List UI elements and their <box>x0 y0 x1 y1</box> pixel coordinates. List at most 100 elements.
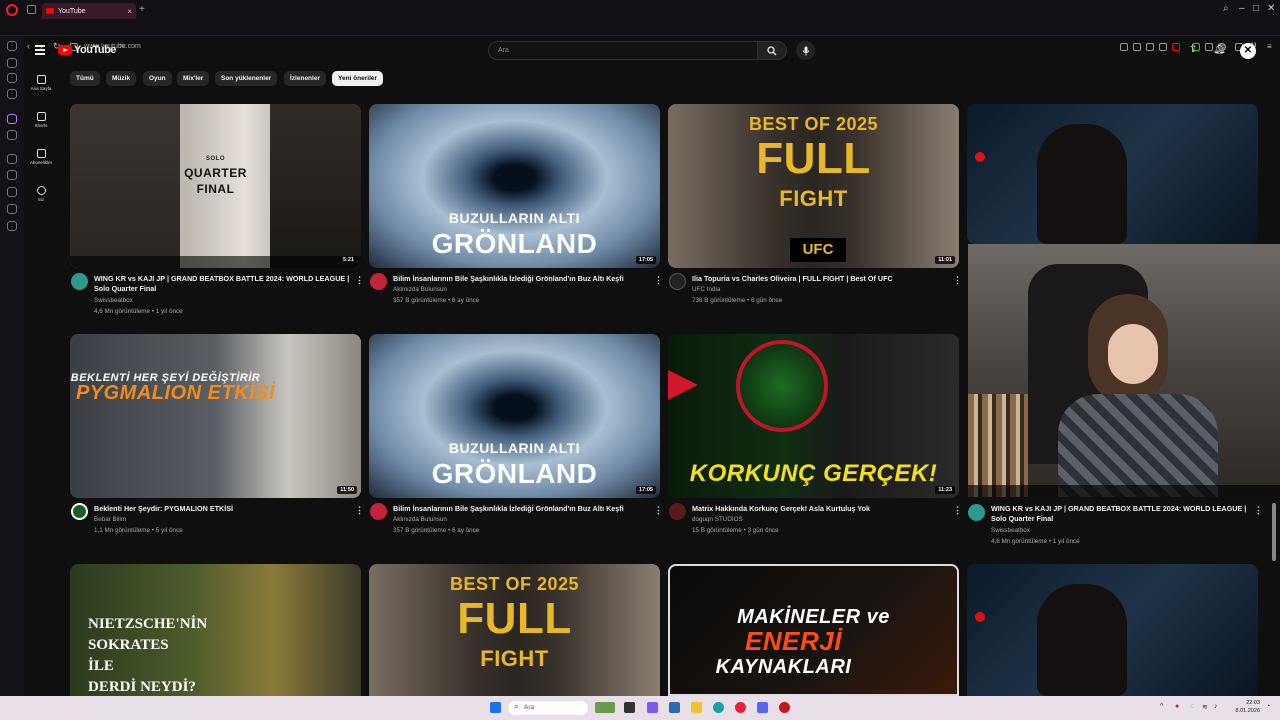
chip-mixes[interactable]: Mix'ler <box>177 71 210 86</box>
copilot-icon[interactable] <box>647 702 658 713</box>
more-options-icon[interactable]: ⋮ <box>355 275 364 286</box>
youtube-logo[interactable]: YouTube TR <box>58 44 126 56</box>
volume-icon[interactable]: ♪ <box>1214 703 1218 710</box>
search-button[interactable] <box>757 41 787 60</box>
chip-watched[interactable]: İzlenenler <box>284 71 326 86</box>
chip-gaming[interactable]: Oyun <box>143 71 172 86</box>
edge-icon[interactable] <box>713 702 724 713</box>
channel-name[interactable]: UFC India <box>692 284 720 295</box>
bookmark-icon[interactable] <box>1120 43 1128 51</box>
network-icon[interactable]: ◌ <box>1190 703 1194 710</box>
snapshot-icon[interactable] <box>1133 43 1141 51</box>
app-icon-red[interactable] <box>779 702 790 713</box>
vpn-icon[interactable] <box>1146 43 1154 51</box>
app-icon[interactable] <box>669 702 680 713</box>
video-thumbnail[interactable] <box>967 564 1258 696</box>
more-options-icon[interactable]: ⋮ <box>953 275 962 286</box>
channel-name[interactable]: Swissbeatbox <box>991 525 1030 536</box>
channel-name[interactable]: Bebar Bilim <box>94 514 126 525</box>
channel-avatar[interactable] <box>370 273 387 290</box>
chip-recently-uploaded[interactable]: Son yüklenenler <box>215 71 278 86</box>
channel-avatar[interactable] <box>370 503 387 520</box>
chip-all[interactable]: Tümü <box>70 71 100 86</box>
whatsapp-icon[interactable] <box>7 89 17 99</box>
tray-arrow-icon[interactable]: ^ <box>1160 703 1163 710</box>
chip-music[interactable]: Müzik <box>106 71 137 86</box>
close-window-icon[interactable]: ✕ <box>1267 3 1275 14</box>
windows-start-icon[interactable] <box>490 702 501 713</box>
channel-name[interactable]: Aklınızda Bulunsun <box>393 284 447 295</box>
more-options-icon[interactable]: ⋮ <box>654 505 663 516</box>
video-title[interactable]: Beklenti Her Şeydir: PYGMALION ETKİSİ <box>94 504 356 514</box>
video-thumbnail[interactable]: KORKUNÇ GERÇEK! 11:23 <box>668 334 959 498</box>
video-title[interactable]: WING KR vs KAJI JP | GRAND BEATBOX BATTL… <box>94 274 356 294</box>
opera-icon[interactable] <box>735 702 746 713</box>
channel-avatar[interactable] <box>669 273 686 290</box>
video-thumbnail[interactable]: MAKİNELER ve ENERJİ KAYNAKLARI <box>668 564 959 696</box>
speed-dial-icon[interactable] <box>7 41 17 51</box>
notification-center-icon[interactable]: ◔ <box>1266 703 1270 710</box>
chat-icon[interactable] <box>7 204 17 214</box>
page-scrollbar[interactable] <box>1272 503 1276 561</box>
video-thumbnail[interactable]: BUZULLARIN ALTI GRÖNLAND 17:05 <box>369 334 660 498</box>
browser-tab-youtube[interactable]: YouTube × <box>42 3 136 19</box>
video-thumbnail[interactable] <box>967 104 1258 244</box>
video-thumbnail[interactable]: SOLO QUARTER FINAL 5:21 <box>70 104 361 268</box>
minimize-icon[interactable]: – <box>1239 3 1245 14</box>
tab-close-icon[interactable]: × <box>127 7 132 16</box>
channel-avatar[interactable] <box>71 273 88 290</box>
file-explorer-icon[interactable] <box>691 702 702 713</box>
notifications-bell-icon[interactable]: 🔔︎ <box>1213 44 1226 55</box>
video-thumbnail[interactable]: NIETZSCHE'NİN SOKRATES İLE DERDİ NEYDİ? <box>70 564 361 696</box>
task-view-icon[interactable] <box>624 702 635 713</box>
video-title[interactable]: Bilim İnsanlarının Bile Şaşkınlıkla İzle… <box>393 274 655 284</box>
video-thumbnail[interactable]: BEST OF 2025 FULL FIGHT UFC 11:01 <box>668 104 959 268</box>
voice-search-button[interactable] <box>796 41 815 60</box>
back-icon[interactable]: ‹ <box>27 41 30 51</box>
video-title[interactable]: Ilia Topuria vs Charles Oliveira | FULL … <box>692 274 954 284</box>
more-options-icon[interactable]: ⋮ <box>654 275 663 286</box>
heart-icon[interactable] <box>1172 43 1180 51</box>
taskbar-clock[interactable]: 22:03 8.01.2026 <box>1232 699 1260 715</box>
video-thumbnail[interactable]: BEST OF 2025 FULL FIGHT <box>369 564 660 696</box>
more-options-icon[interactable]: ⋮ <box>1254 505 1263 516</box>
player-icon[interactable] <box>1159 43 1167 51</box>
widgets-icon[interactable] <box>595 702 615 713</box>
music-icon[interactable] <box>7 154 17 164</box>
taskbar-search-input[interactable]: Ara <box>508 701 588 715</box>
aria-icon[interactable] <box>7 58 17 68</box>
video-thumbnail[interactable]: BUZULLARIN ALTI GRÖNLAND 17:05 <box>369 104 660 268</box>
video-title[interactable]: WING KR vs KAJI JP | GRAND BEATBOX BATTL… <box>991 504 1261 524</box>
wifi-icon[interactable]: ≋ <box>1202 703 1208 711</box>
search-input[interactable]: Ara <box>488 41 758 60</box>
new-tab-button[interactable]: + <box>139 4 145 15</box>
guide-item-subscriptions[interactable]: Abonelikler <box>27 149 55 165</box>
video-title[interactable]: Matrix Hakkında Korkunç Gerçek! Asla Kur… <box>692 504 954 514</box>
search-tabs-icon[interactable]: ⌕ <box>1223 3 1229 14</box>
guide-item-shorts[interactable]: Shorts <box>27 112 55 128</box>
guide-menu-icon[interactable] <box>35 45 45 55</box>
upload-icon[interactable]: ⇪ <box>1189 44 1197 55</box>
tray-app-icon[interactable]: ● <box>1175 703 1179 710</box>
more-options-icon[interactable]: ⋮ <box>953 505 962 516</box>
channel-name[interactable]: Swissbeatbox <box>94 295 133 306</box>
more-options-icon[interactable]: ⋮ <box>355 505 364 516</box>
channel-avatar[interactable] <box>71 503 88 520</box>
video-title[interactable]: Bilim İnsanlarının Bile Şaşkınlıkla İzle… <box>393 504 655 514</box>
workspaces-icon[interactable] <box>27 5 36 14</box>
channel-name[interactable]: doguqn STUDIOS <box>692 514 743 525</box>
channel-name[interactable]: Aklınızda Bulunsun <box>393 514 447 525</box>
instagram-icon[interactable] <box>7 73 17 83</box>
channel-avatar[interactable] <box>669 503 686 520</box>
settings-icon[interactable] <box>7 221 17 231</box>
chip-new-to-you[interactable]: Yeni öneriler <box>332 71 384 86</box>
guide-item-you[interactable]: Siz <box>27 186 55 202</box>
messenger-icon[interactable] <box>1205 43 1213 51</box>
history-icon[interactable] <box>7 187 17 197</box>
opera-logo-icon[interactable] <box>6 4 18 16</box>
guide-item-home[interactable]: Ana Sayfa <box>27 75 55 91</box>
video-thumbnail[interactable]: BEKLENTİ HER ŞEYİ DEĞİŞTİRİR PYGMALION E… <box>70 334 361 498</box>
x-icon[interactable] <box>7 130 17 140</box>
menu-icon[interactable]: ≡ <box>1267 42 1272 51</box>
account-avatar[interactable]: ✕ <box>1240 43 1256 59</box>
